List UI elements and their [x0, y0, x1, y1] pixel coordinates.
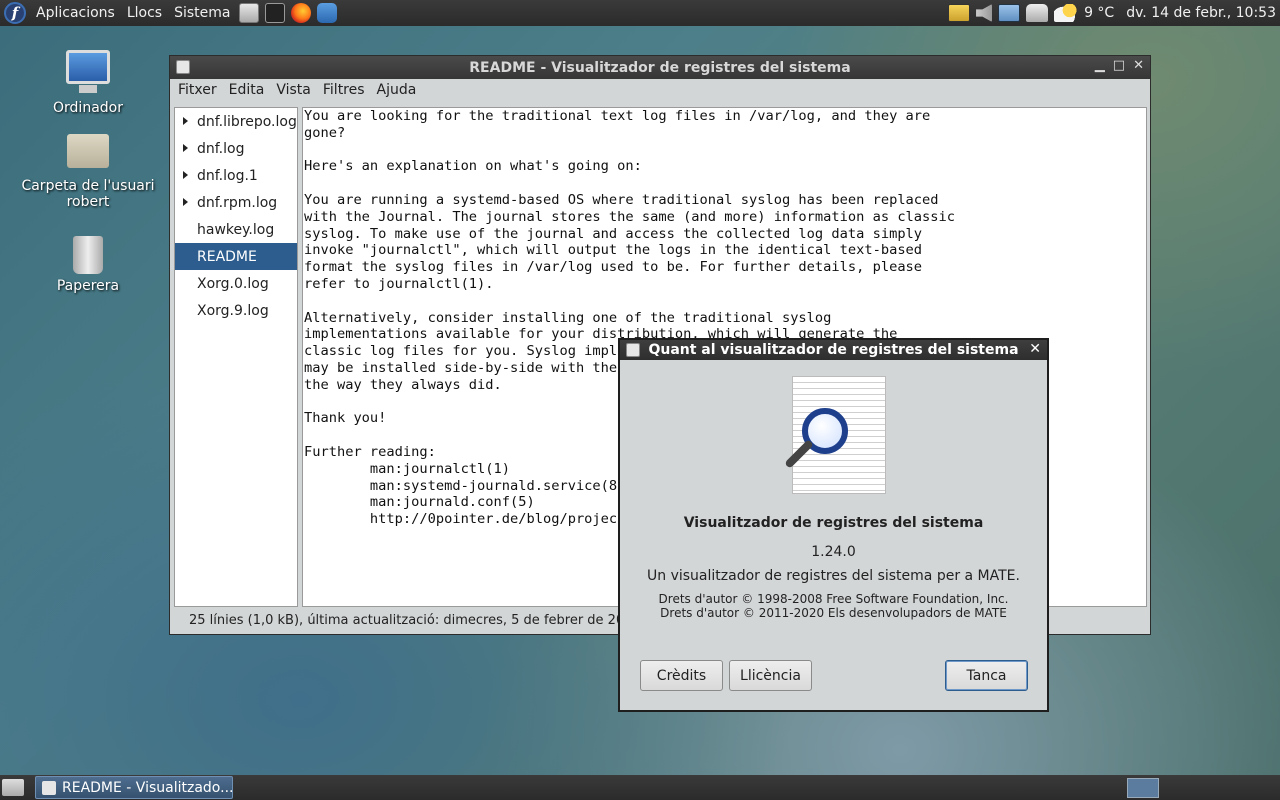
- printer-icon[interactable]: [1026, 4, 1049, 22]
- clock[interactable]: dv. 14 de febr., 10:53: [1126, 5, 1276, 21]
- window-titlebar[interactable]: README - Visualitzador de registres del …: [170, 56, 1150, 79]
- copyright-line: Drets d'autor © 1998-2008 Free Software …: [658, 592, 1009, 606]
- log-list[interactable]: dnf.librepo.log dnf.log dnf.log.1 dnf.rpm.l…: [174, 107, 298, 607]
- program-version: 1.24.0: [811, 544, 856, 560]
- home-folder-icon: [67, 134, 109, 168]
- log-list-item-label: dnf.rpm.log: [197, 194, 278, 211]
- menu-fitxer[interactable]: Fitxer: [172, 82, 223, 98]
- menu-edita[interactable]: Edita: [223, 82, 271, 98]
- maximize-icon[interactable]: □: [1113, 58, 1125, 73]
- weather-icon[interactable]: [1054, 4, 1079, 22]
- copyright: Drets d'autor © 1998-2008 Free Software …: [620, 592, 1047, 620]
- log-list-item[interactable]: dnf.log.1: [175, 162, 297, 189]
- program-comment: Un visualitzador de registres del sistem…: [647, 568, 1020, 584]
- firefox-launcher-icon[interactable]: [291, 3, 312, 23]
- status-text: 25 línies (1,0 kB), última actualització…: [189, 612, 687, 628]
- dialog-title: Quant al visualitzador de registres del …: [648, 342, 1019, 358]
- desktop-icon-home[interactable]: Carpeta de l'usuari robert: [13, 134, 163, 210]
- trash-icon: [73, 236, 103, 274]
- copyright-line: Drets d'autor © 2011-2020 Els desenvolup…: [660, 606, 1007, 620]
- log-list-item[interactable]: Xorg.9.log: [175, 297, 297, 324]
- log-list-item[interactable]: README: [175, 243, 297, 270]
- computer-icon: [66, 50, 110, 93]
- workspace-switcher[interactable]: [1127, 778, 1159, 798]
- log-list-item[interactable]: dnf.log: [175, 135, 297, 162]
- menu-filtres[interactable]: Filtres: [317, 82, 371, 98]
- log-list-item-label: Xorg.9.log: [197, 302, 269, 319]
- expander-arrow-icon[interactable]: [183, 144, 188, 152]
- desktop-icon-trash[interactable]: Paperera: [13, 236, 163, 294]
- show-desktop-icon[interactable]: [2, 779, 24, 796]
- log-list-item[interactable]: hawkey.log: [175, 216, 297, 243]
- file-manager-launcher-icon[interactable]: [239, 3, 260, 23]
- log-viewer-logo-icon: [780, 376, 890, 496]
- dialog-app-icon: [626, 343, 640, 357]
- log-list-item-label: hawkey.log: [197, 221, 275, 238]
- license-button[interactable]: Llicència: [729, 660, 812, 691]
- menu-sistema[interactable]: Sistema: [168, 5, 236, 21]
- menu-llocs[interactable]: Llocs: [121, 5, 168, 21]
- menubar: Fitxer Edita Vista Filtres Ajuda: [170, 79, 1150, 101]
- log-list-item-label: dnf.log.1: [197, 167, 258, 184]
- top-panel: f Aplicacions Llocs Sistema 9 °C dv. 14 …: [0, 0, 1280, 26]
- log-list-item[interactable]: dnf.librepo.log: [175, 108, 297, 135]
- expander-arrow-icon[interactable]: [183, 171, 188, 179]
- network-icon[interactable]: [998, 4, 1021, 22]
- desktop-icon-label: Ordinador: [53, 100, 123, 116]
- log-list-item-label: dnf.log: [197, 140, 245, 157]
- desktop-icon-label: Carpeta de l'usuari robert: [21, 178, 155, 210]
- app-icon: [176, 60, 190, 74]
- close-icon[interactable]: ✕: [1029, 341, 1041, 357]
- window-title: README - Visualitzador de registres del …: [469, 59, 851, 76]
- about-dialog: Quant al visualitzador de registres del …: [618, 338, 1049, 712]
- log-list-item[interactable]: dnf.rpm.log: [175, 189, 297, 216]
- minimize-icon[interactable]: ▁: [1095, 58, 1105, 73]
- close-button[interactable]: Tanca: [945, 660, 1028, 691]
- expander-arrow-icon[interactable]: [183, 198, 188, 206]
- terminal-launcher-icon[interactable]: [265, 3, 286, 23]
- program-name: Visualitzador de registres del sistema: [683, 515, 984, 531]
- taskbar-button-label: README - Visualitzado...: [62, 779, 233, 796]
- log-list-item[interactable]: Xorg.0.log: [175, 270, 297, 297]
- expander-arrow-icon[interactable]: [183, 117, 188, 125]
- volume-icon[interactable]: [976, 4, 993, 22]
- desktop-icon-computer[interactable]: Ordinador: [13, 50, 163, 116]
- menu-ajuda[interactable]: Ajuda: [371, 82, 423, 98]
- dialog-titlebar[interactable]: Quant al visualitzador de registres del …: [620, 340, 1047, 360]
- menu-aplicacions[interactable]: Aplicacions: [30, 5, 121, 21]
- fedora-logo-icon[interactable]: f: [4, 2, 26, 24]
- close-icon[interactable]: ✕: [1133, 58, 1144, 73]
- temperature-label[interactable]: 9 °C: [1084, 5, 1114, 21]
- credits-button[interactable]: Crèdits: [640, 660, 723, 691]
- desktop-icon-label: Paperera: [56, 278, 120, 294]
- app-icon: [42, 781, 56, 795]
- menu-vista[interactable]: Vista: [270, 82, 317, 98]
- bottom-panel: README - Visualitzado...: [0, 775, 1280, 800]
- mail-launcher-icon[interactable]: [317, 3, 338, 23]
- system-tray: 9 °C dv. 14 de febr., 10:53: [948, 0, 1276, 26]
- log-list-item-label: README: [197, 248, 257, 265]
- system-monitor-icon[interactable]: [948, 4, 971, 22]
- log-list-item-label: dnf.librepo.log: [197, 113, 297, 130]
- taskbar-button-log-viewer[interactable]: README - Visualitzado...: [35, 776, 233, 799]
- log-list-item-label: Xorg.0.log: [197, 275, 269, 292]
